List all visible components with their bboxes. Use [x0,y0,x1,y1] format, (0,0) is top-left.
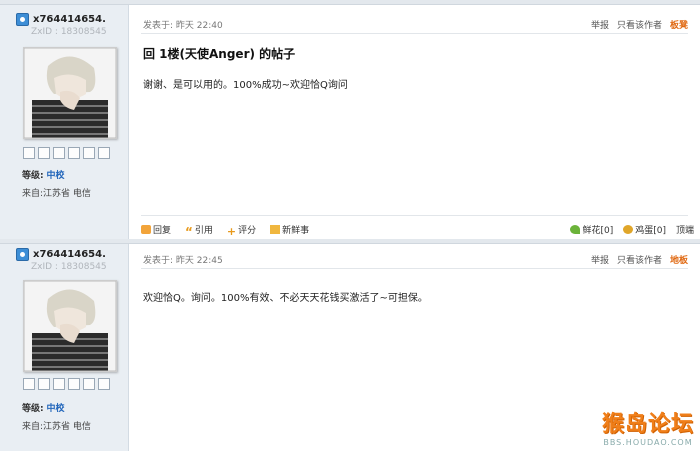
avatar[interactable] [23,280,117,372]
reply-icon [141,224,151,234]
separator [141,268,688,269]
post-meta-links: 举报 只看该作者 地板 [591,253,688,266]
post-content: 发表于: 昨天 22:40 举报 只看该作者 板凳 回 1楼(天使Anger) … [129,5,700,243]
post-actions: 回复 “ 引用 + 评分 新鲜事 鲜花[0] 鸡蛋[0] 顶端 [141,221,700,239]
separator [141,215,688,216]
profile-icon[interactable] [53,378,65,390]
message-icon[interactable] [23,147,35,159]
egg-button[interactable]: 鸡蛋[0] [623,223,666,236]
post-meta-links: 举报 只看该作者 板凳 [591,18,688,31]
album-icon[interactable] [68,147,80,159]
floor-label: 板凳 [669,21,688,31]
username[interactable]: x764414654. [33,14,106,25]
username[interactable]: x764414654. [33,249,106,260]
avatar[interactable] [23,47,117,139]
user-level: 等级: 中校 [22,401,65,414]
author-sidebar: x764414654. ZxID : 18308545 等级: 中校 来自:江苏… [0,244,129,451]
post-time: 发表于: 昨天 22:40 [143,21,223,31]
quote-button[interactable]: “ 引用 [185,223,213,239]
plus-icon: + [226,224,237,238]
user-level: 等级: 中校 [22,168,65,181]
profile-icon-bar [23,147,110,161]
album-icon[interactable] [68,378,80,390]
post-2: x764414654. ZxID : 18308545 等级: 中校 来自:江苏… [0,239,700,451]
post-reactions: 鲜花[0] 鸡蛋[0] 顶端 [570,223,694,236]
site-watermark: 猴岛论坛 BBS.HOUDAO.COM [602,406,694,447]
report-link[interactable]: 举报 [591,253,609,266]
qq-icon[interactable] [98,378,110,390]
username-row[interactable]: x764414654. [16,247,106,261]
level-value: 中校 [46,171,65,181]
post-time: 发表于: 昨天 22:45 [143,256,223,266]
level-label: 等级: [22,171,44,181]
user-location: 来自:江苏省 电信 [22,422,91,432]
level-label: 等级: [22,404,44,414]
report-link[interactable]: 举报 [591,18,609,31]
zxid: ZxID : 18308545 [31,27,107,37]
post-1: x764414654. ZxID : 18308545 等级: 中校 来自:江苏… [0,0,700,243]
profile-icon[interactable] [53,147,65,159]
add-friend-icon[interactable] [38,147,50,159]
zxid: ZxID : 18308545 [31,262,107,272]
qq-icon[interactable] [98,147,110,159]
top-link[interactable]: 顶端 [676,223,694,236]
gift-icon[interactable] [83,378,95,390]
quote-icon: “ [185,224,193,239]
message-icon[interactable] [23,378,35,390]
egg-icon [623,224,634,234]
floor-label: 地板 [669,256,688,266]
author-sidebar: x764414654. ZxID : 18308545 等级: 中校 来自:江苏… [0,5,129,243]
watermark-url: BBS.HOUDAO.COM [603,438,693,447]
post-body: 欢迎恰Q。询问。100%有效、不必天天花钱买激活了~可担保。 [143,293,428,304]
only-author-link[interactable]: 只看该作者 [617,253,662,266]
post-body: 谢谢、是可以用的。100%成功~欢迎恰Q询问 [143,80,348,91]
profile-icon-bar [23,378,110,392]
news-icon [270,224,281,234]
user-icon [16,247,29,261]
separator [141,33,688,34]
rate-button[interactable]: + 评分 [226,223,256,238]
watermark-name: 猴岛论坛 [601,412,694,437]
only-author-link[interactable]: 只看该作者 [617,18,662,31]
user-icon [16,12,29,26]
add-friend-icon[interactable] [38,378,50,390]
fresh-button[interactable]: 新鲜事 [270,223,309,236]
user-location: 来自:江苏省 电信 [22,189,91,199]
username-row[interactable]: x764414654. [16,12,106,26]
level-value: 中校 [46,404,65,414]
flower-button[interactable]: 鲜花[0] [570,223,613,236]
flower-icon [570,224,581,234]
post-title: 回 1楼(天使Anger) 的帖子 [143,47,296,61]
gift-icon[interactable] [83,147,95,159]
reply-button[interactable]: 回复 [141,223,171,236]
